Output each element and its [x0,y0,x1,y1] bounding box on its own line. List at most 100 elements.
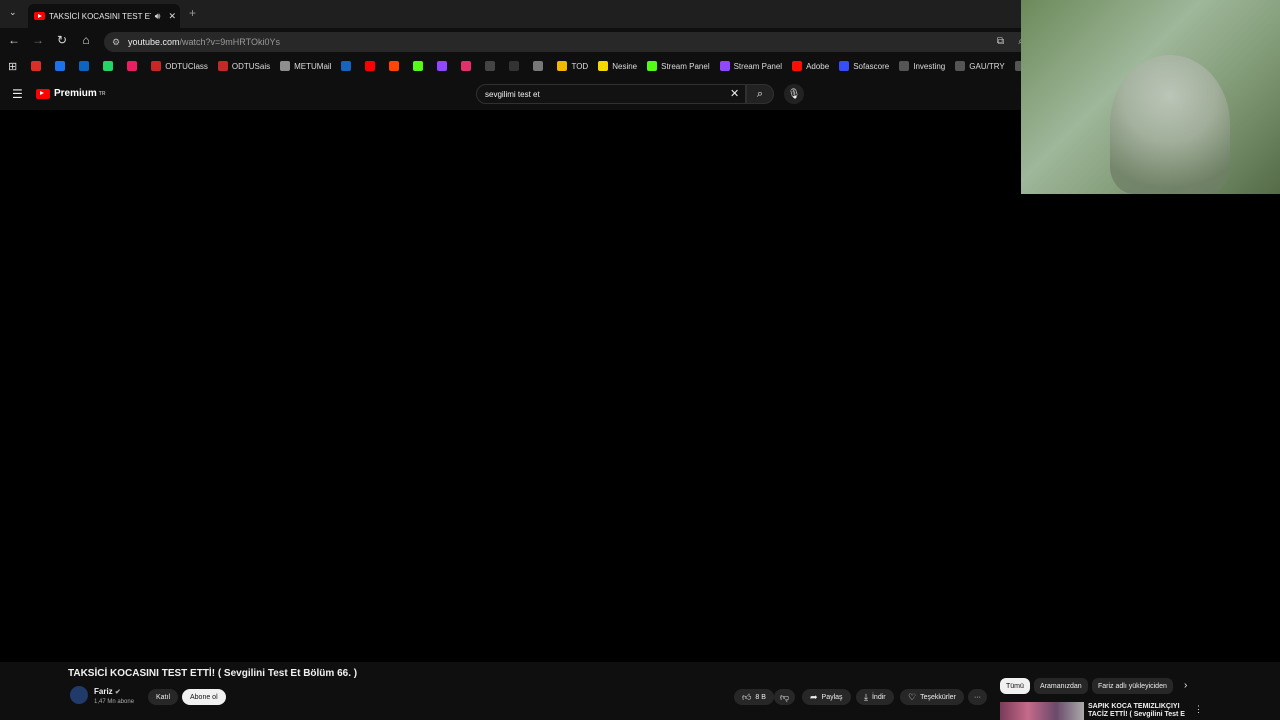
bookmark-item[interactable] [103,61,117,71]
close-tab-icon[interactable]: ✕ [168,11,176,22]
bookmark-item[interactable]: Stream Panel [719,61,783,71]
like-count: 8 B [755,693,766,701]
search-query: sevgilimi test et [485,89,540,99]
channel-name[interactable]: Fariz ✔ [94,687,121,696]
bookmark-favicon-icon [792,61,803,71]
bookmark-favicon-icon [103,61,114,71]
share-button[interactable]: ➦ Paylaş [802,689,851,705]
back-icon[interactable]: ← [6,33,22,47]
bookmark-favicon-icon [217,61,228,71]
dislike-button[interactable]: 👎︎ [774,689,796,705]
search-button[interactable]: ⌕ [746,84,774,104]
new-tab-button[interactable]: + [189,6,196,20]
bookmark-item[interactable] [341,61,355,71]
hamburger-menu-icon[interactable]: ☰ [12,87,23,101]
thanks-icon: ♡ [908,691,917,702]
bookmark-favicon-icon [79,61,90,71]
bookmark-label: METUMail [294,61,332,71]
webcam-person-image [1110,55,1230,194]
address-bar[interactable]: ⚙ youtube.com/watch?v=9mHRTOki0Ys ⧉ ⌕ [104,32,1032,52]
bookmark-label: Adobe [806,61,830,71]
chevron-right-icon[interactable]: › [1184,680,1187,691]
bookmark-favicon-icon [899,61,910,71]
bookmark-label: Sofascore [853,61,890,71]
bookmark-favicon-icon [365,61,376,71]
reload-icon[interactable]: ↻ [54,33,70,47]
bookmark-item[interactable] [127,61,141,71]
more-vert-icon[interactable]: ⋮ [1194,704,1203,715]
region-label: TR [98,90,106,97]
bookmark-item[interactable]: METUMail [280,61,331,71]
join-button[interactable]: Katıl [148,689,179,705]
site-info-icon[interactable]: ⚙ [112,37,120,48]
bookmark-favicon-icon [647,61,658,71]
microphone-icon: 🎙︎ [787,88,801,100]
recommendation-title[interactable]: SAPIK KOCA TEMİZLİKÇİYİ TACİZ ETTİ! ( Se… [1088,703,1188,720]
bookmark-label: TOD [571,61,589,71]
channel-avatar[interactable] [70,686,88,704]
bookmark-item[interactable] [461,61,475,71]
bookmark-item[interactable] [413,61,427,71]
forward-icon[interactable]: → [30,33,46,47]
search-input[interactable]: sevgilimi test et [476,84,746,104]
bookmark-item[interactable] [55,61,69,71]
url-host: youtube.com [128,37,180,47]
more-actions-button[interactable]: ··· [968,689,987,705]
chip-all[interactable]: Tümü [1000,678,1030,694]
bookmark-item[interactable]: Adobe [792,61,829,71]
home-icon[interactable]: ⌂ [78,33,94,47]
bookmark-item[interactable] [389,61,403,71]
bookmark-favicon-icon [509,61,520,71]
bookmark-item[interactable] [31,61,45,71]
voice-search-button[interactable]: 🎙︎ [784,84,804,104]
browser-tab[interactable]: TAKSİCİ KOCASINI TEST ETTİ 🔊︎ ✕ [28,4,180,28]
bookmark-item[interactable]: GAU/TRY [955,61,1005,71]
bookmark-item[interactable]: Investing [899,61,945,71]
bookmark-label: Investing [913,61,946,71]
thanks-button[interactable]: ♡ Teşekkürler [900,689,964,705]
tab-list-chevron-icon[interactable]: ⌄ [9,7,17,18]
bookmark-favicon-icon [533,61,544,71]
bookmark-item[interactable]: Sofascore [839,61,889,71]
bookmark-label: Nesine [612,61,638,71]
bookmark-favicon-icon [485,61,496,71]
share-icon: ➦ [810,691,818,702]
install-app-icon[interactable]: ⧉ [997,36,1004,47]
bookmark-item[interactable] [365,61,379,71]
bookmark-favicon-icon [557,61,568,71]
speaker-icon[interactable]: 🔊︎ [155,11,161,22]
bookmark-label: GAU/TRY [969,61,1005,71]
download-icon: ⤓ [864,691,868,702]
clear-search-icon[interactable]: ✕ [730,87,739,100]
bookmark-favicon-icon [955,61,966,71]
bookmark-item[interactable] [79,61,93,71]
apps-grid-icon[interactable]: ⊞ [8,60,17,73]
chip-from-uploader[interactable]: Fariz adlı yükleyiciden [1092,678,1173,694]
download-button[interactable]: ⤓ İndir [856,689,894,705]
bookmark-favicon-icon [437,61,448,71]
tab-title: TAKSİCİ KOCASINI TEST ETTİ [49,11,151,21]
bookmark-favicon-icon [151,61,162,71]
bookmark-label: ODTUClass [165,61,208,71]
chip-from-search[interactable]: Aramanızdan [1034,678,1088,694]
like-button[interactable]: 👍︎ 8 B [734,689,774,705]
recommendation-thumbnail[interactable] [1000,702,1084,720]
bookmark-label: Stream Panel [733,61,783,71]
bookmark-favicon-icon [719,61,730,71]
youtube-premium-logo[interactable]: Premium TR [36,88,105,99]
bookmark-item[interactable] [485,61,499,71]
bookmark-favicon-icon [461,61,472,71]
bookmark-item[interactable] [533,61,547,71]
subscribe-button[interactable]: Abone ol [182,689,226,705]
url-path: /watch?v=9mHRTOki0Ys [179,37,280,47]
bookmark-item[interactable] [509,61,523,71]
bookmark-favicon-icon [598,61,609,71]
bookmark-favicon-icon [389,61,400,71]
bookmark-item[interactable]: Nesine [598,61,637,71]
bookmark-item[interactable]: ODTUSais [217,61,271,71]
bookmark-item[interactable]: Stream Panel [647,61,710,71]
bookmark-item[interactable]: TOD [557,61,588,71]
bookmark-label: ODTUSais [231,61,271,71]
bookmark-item[interactable]: ODTUClass [151,61,208,71]
bookmark-item[interactable] [437,61,451,71]
